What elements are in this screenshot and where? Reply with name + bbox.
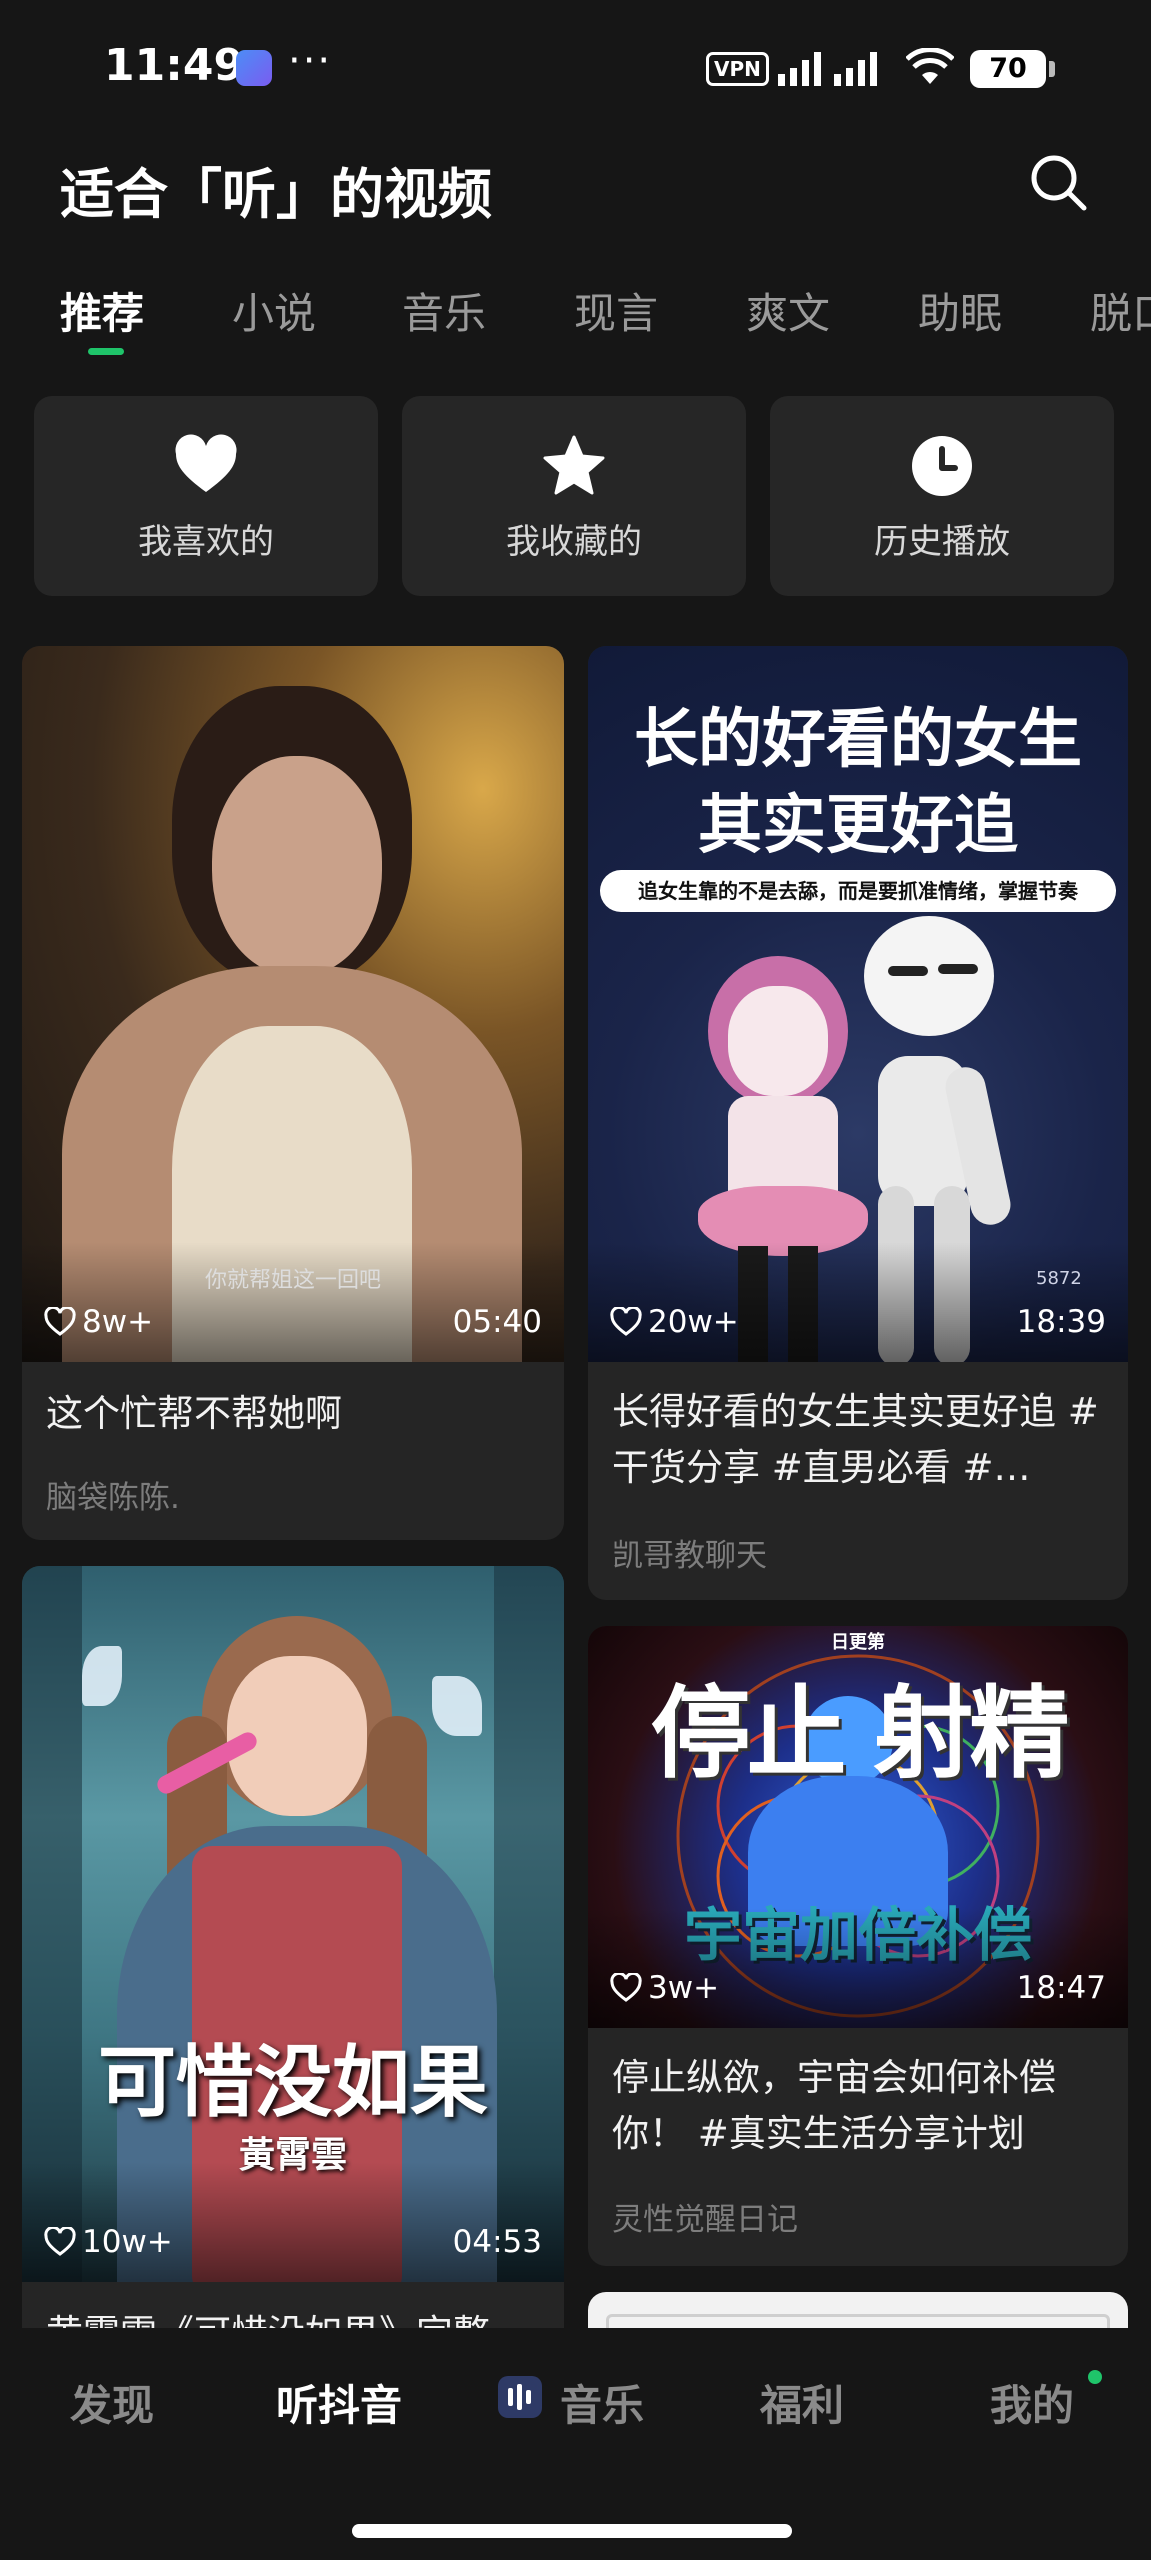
thumb-banner: 追女生靠的不是去舔，而是要抓准情绪，掌握节奏 — [600, 870, 1116, 912]
heart-icon — [175, 434, 237, 492]
more-notifications-icon: ··· — [288, 38, 333, 84]
nav-discover[interactable]: 发现 — [70, 2372, 154, 2433]
video-title: 长得好看的女生其实更好追 #干货分享 #直男必看 #… — [612, 1390, 1099, 1489]
like-count: 10w+ — [44, 2224, 173, 2260]
tab-romance[interactable]: 现言 — [574, 280, 658, 341]
video-subtitle: 你就帮姐这一回吧 — [204, 1268, 381, 1293]
thumb-small-text: 日更第 — [831, 1632, 885, 1653]
like-count: 20w+ — [610, 1304, 739, 1340]
home-indicator[interactable] — [352, 2524, 792, 2538]
vpn-badge: VPN — [706, 52, 769, 86]
favorites-button[interactable]: 我收藏的 — [402, 396, 746, 596]
like-count: 3w+ — [610, 1970, 719, 2006]
video-duration: 05:40 — [452, 1304, 542, 1340]
video-title: 停止纵欲，宇宙会如何补偿你！ #真实生活分享计划 — [612, 2056, 1056, 2155]
video-thumbnail: 可惜没如果 黃霄雲 10w+ 04:53 — [22, 1566, 564, 2282]
video-thumbnail: 长的好看的女生 其实更好追 追女生靠的不是去舔，而是要抓准情绪，掌握节奏 587… — [588, 646, 1128, 1362]
video-card[interactable]: 可惜没如果 黃霄雲 10w+ 04:53 黄霄雲《可惜没如果》完整 — [22, 1566, 564, 2366]
liked-label: 我喜欢的 — [138, 522, 274, 562]
status-time: 11:49 — [104, 40, 245, 91]
thumb-number: 5872 — [1036, 1268, 1082, 1289]
liked-button[interactable]: 我喜欢的 — [34, 396, 378, 596]
clock-icon — [912, 436, 972, 496]
video-duration: 18:39 — [1016, 1304, 1106, 1340]
video-card[interactable]: 你就帮姐这一回吧 8w+ 05:40 这个忙帮不帮她啊 脑袋陈陈. — [22, 646, 564, 1540]
bottom-navigation: 发现 听抖音 音乐 福利 我的 — [0, 2328, 1151, 2560]
tab-recommend[interactable]: 推荐 — [60, 280, 144, 341]
thumb-headline-1: 长的好看的女生 — [634, 703, 1082, 777]
video-thumbnail: 日更第 停止 射精 宇宙加倍补偿 3w+ 18:47 — [588, 1626, 1128, 2028]
heart-outline-icon — [44, 1307, 76, 1336]
thumb-headline-2: 其实更好追 — [698, 789, 1018, 863]
video-duration: 18:47 — [1016, 1970, 1106, 2006]
battery-indicator: 70 — [970, 50, 1055, 88]
video-author[interactable]: 脑袋陈陈. — [46, 1472, 180, 1517]
page-title: 适合「听」的视频 — [60, 163, 492, 226]
tab-active-indicator — [88, 348, 124, 355]
tab-talk-show[interactable]: 脱口 — [1090, 280, 1151, 341]
tab-music[interactable]: 音乐 — [402, 280, 486, 341]
nav-rewards[interactable]: 福利 — [760, 2372, 844, 2433]
video-card[interactable]: 长的好看的女生 其实更好追 追女生靠的不是去舔，而是要抓准情绪，掌握节奏 587… — [588, 646, 1128, 1600]
thumb-headline-1: 可惜没如果 — [97, 2038, 488, 2128]
video-duration: 04:53 — [452, 2224, 542, 2260]
tab-cool-fiction[interactable]: 爽文 — [746, 280, 830, 341]
music-app-icon — [498, 2376, 542, 2418]
status-bar: 11:49 ··· VPN 70 — [0, 0, 1151, 140]
search-icon[interactable] — [1024, 148, 1092, 216]
heart-outline-icon — [610, 1973, 642, 2002]
notification-dot — [1088, 2370, 1102, 2384]
nav-me[interactable]: 我的 — [990, 2372, 1074, 2433]
favorites-label: 我收藏的 — [506, 522, 642, 562]
video-author[interactable]: 灵性觉醒日记 — [612, 2194, 798, 2239]
nav-music[interactable]: 音乐 — [560, 2372, 644, 2433]
tab-sleep[interactable]: 助眠 — [918, 280, 1002, 341]
video-title: 这个忙帮不帮她啊 — [46, 1392, 342, 1435]
video-author[interactable]: 凯哥教聊天 — [612, 1530, 767, 1575]
wifi-icon — [906, 48, 954, 84]
star-icon — [543, 435, 605, 495]
thumb-headline-1: 停止 射精 — [650, 1675, 1070, 1792]
heart-outline-icon — [44, 2227, 76, 2256]
history-button[interactable]: 历史播放 — [770, 396, 1114, 596]
video-card[interactable]: 日更第 停止 射精 宇宙加倍补偿 3w+ 18:47 停止纵欲，宇宙会如何补偿你… — [588, 1626, 1128, 2266]
app-notification-icon — [236, 50, 272, 86]
video-thumbnail: 你就帮姐这一回吧 8w+ 05:40 — [22, 646, 564, 1362]
heart-outline-icon — [610, 1307, 642, 1336]
tab-novel[interactable]: 小说 — [232, 280, 316, 341]
history-label: 历史播放 — [874, 522, 1010, 562]
signal-icon — [778, 52, 877, 86]
nav-listen-douyin[interactable]: 听抖音 — [276, 2372, 402, 2433]
like-count: 8w+ — [44, 1304, 153, 1340]
